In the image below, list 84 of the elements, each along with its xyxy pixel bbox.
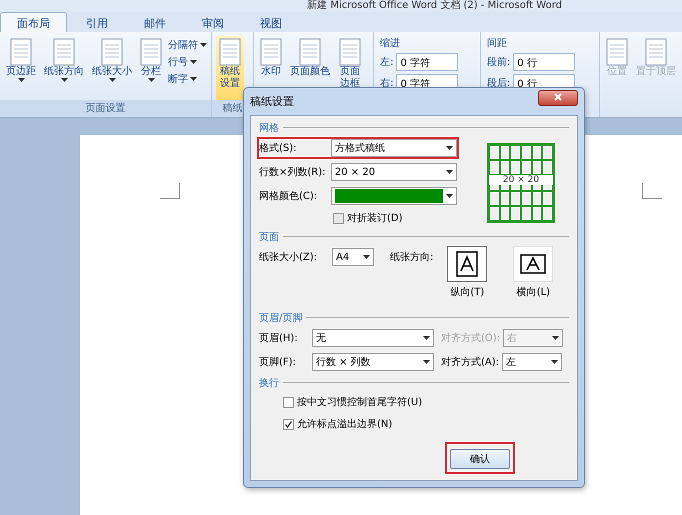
caret-icon <box>190 77 197 81</box>
field-label: 纸张方向: <box>390 250 434 265</box>
page-icon <box>10 38 32 66</box>
field-label: 格式(S): <box>259 142 298 155</box>
section-title: 换行 <box>259 376 279 390</box>
orientation-label: 横向(L) <box>516 286 550 299</box>
caret-icon <box>423 336 430 340</box>
dropdown[interactable]: 方格式稿纸 <box>330 139 457 157</box>
ribbon-button[interactable]: 纸张方向 <box>42 36 86 100</box>
spin-field[interactable]: 0 行 <box>513 53 576 71</box>
group-title: 缩进 <box>380 36 402 50</box>
dropdown[interactable]: 行数 × 列数 <box>312 353 434 371</box>
field-label: 页脚(F): <box>259 356 297 369</box>
ribbon-tab[interactable]: 视图 <box>243 12 299 32</box>
corner-mark <box>642 183 662 199</box>
corner-mark <box>160 183 180 199</box>
color-dropdown[interactable] <box>330 187 457 205</box>
ribbon-button[interactable]: 稿纸设置 <box>216 36 244 100</box>
caret-icon <box>200 43 207 47</box>
caret-icon <box>190 60 197 64</box>
orientation-label: 纵向(T) <box>450 286 484 299</box>
caret-icon <box>108 78 116 82</box>
caret-icon <box>423 360 430 364</box>
close-icon <box>554 92 562 100</box>
field-label: 对齐方式(A): <box>441 356 500 369</box>
dropdown[interactable]: 20 × 20 <box>330 163 457 181</box>
field-label: 纸张大小(Z): <box>259 250 318 264</box>
field-label: 页眉(H): <box>259 332 299 345</box>
caret-icon <box>446 170 453 174</box>
dropdown[interactable]: A4 <box>332 248 374 266</box>
caret-icon <box>446 194 453 198</box>
confirm-button[interactable]: 确认 <box>450 449 510 469</box>
caret-icon <box>446 146 453 150</box>
section-title: 页面 <box>259 230 279 244</box>
caret-icon <box>551 360 558 364</box>
page-icon <box>520 254 546 274</box>
ribbon-button[interactable]: 纸张大小 <box>90 36 134 100</box>
page-icon <box>456 251 478 277</box>
group-label: 页面设置 <box>0 100 211 117</box>
ribbon-button[interactable]: 页边距 <box>4 36 38 100</box>
checkbox-label: 对折装订(D) <box>347 212 403 225</box>
checkbox-label: 按中文习惯控制首尾字符(U) <box>297 396 422 409</box>
ribbon-button[interactable]: 行号 <box>168 55 207 69</box>
close-button[interactable] <box>538 90 578 106</box>
field-label: 段后: <box>486 76 510 90</box>
field-label: 行数×列数(R): <box>259 166 326 179</box>
page-icon <box>645 38 667 66</box>
dropdown[interactable]: 无 <box>312 329 434 347</box>
ribbon-tab[interactable]: 引用 <box>69 12 125 32</box>
page-icon <box>140 38 162 66</box>
section-title: 页眉/页脚 <box>259 312 302 324</box>
caret-icon <box>552 336 560 340</box>
ribbon-tab[interactable]: 面布局 <box>0 12 67 32</box>
section-title: 网格 <box>259 122 279 134</box>
field-label: 网格颜色(C): <box>259 190 318 203</box>
ribbon-button[interactable]: 分栏 <box>138 36 164 100</box>
checkbox[interactable] <box>283 396 294 408</box>
checkbox-label: 允许标点溢出边界(N) <box>297 418 392 431</box>
ribbon-button[interactable]: 断字 <box>168 72 207 86</box>
field-label: 右: <box>380 77 394 90</box>
caret-icon <box>363 255 370 259</box>
page-icon <box>260 38 282 66</box>
dropdown[interactable]: 左 <box>502 353 562 371</box>
checkbox[interactable] <box>283 418 294 430</box>
caret-icon <box>18 78 24 82</box>
caret-icon <box>60 78 68 82</box>
page-icon <box>606 38 628 66</box>
orientation-button[interactable] <box>447 246 488 282</box>
ribbon-button[interactable]: 页面边框 <box>336 36 364 117</box>
page-icon <box>338 38 361 66</box>
ribbon-tab[interactable]: 邮件 <box>127 12 183 32</box>
page-icon <box>219 38 241 66</box>
field-label: 段前: <box>486 56 510 69</box>
caret-icon <box>148 78 154 82</box>
grid-preview: 20 × 20 <box>487 143 555 223</box>
page-icon <box>53 38 75 66</box>
ribbon-button[interactable]: 分隔符 <box>168 38 207 52</box>
ribbon-tab[interactable]: 审阅 <box>185 12 241 32</box>
page-icon <box>101 38 123 66</box>
field-label: 左: <box>380 56 394 69</box>
spin-field[interactable]: 0 字符 <box>396 53 458 71</box>
group-title: 间距 <box>486 37 508 50</box>
page-icon <box>298 38 321 66</box>
field-label: 对齐方式(O): <box>441 332 500 345</box>
